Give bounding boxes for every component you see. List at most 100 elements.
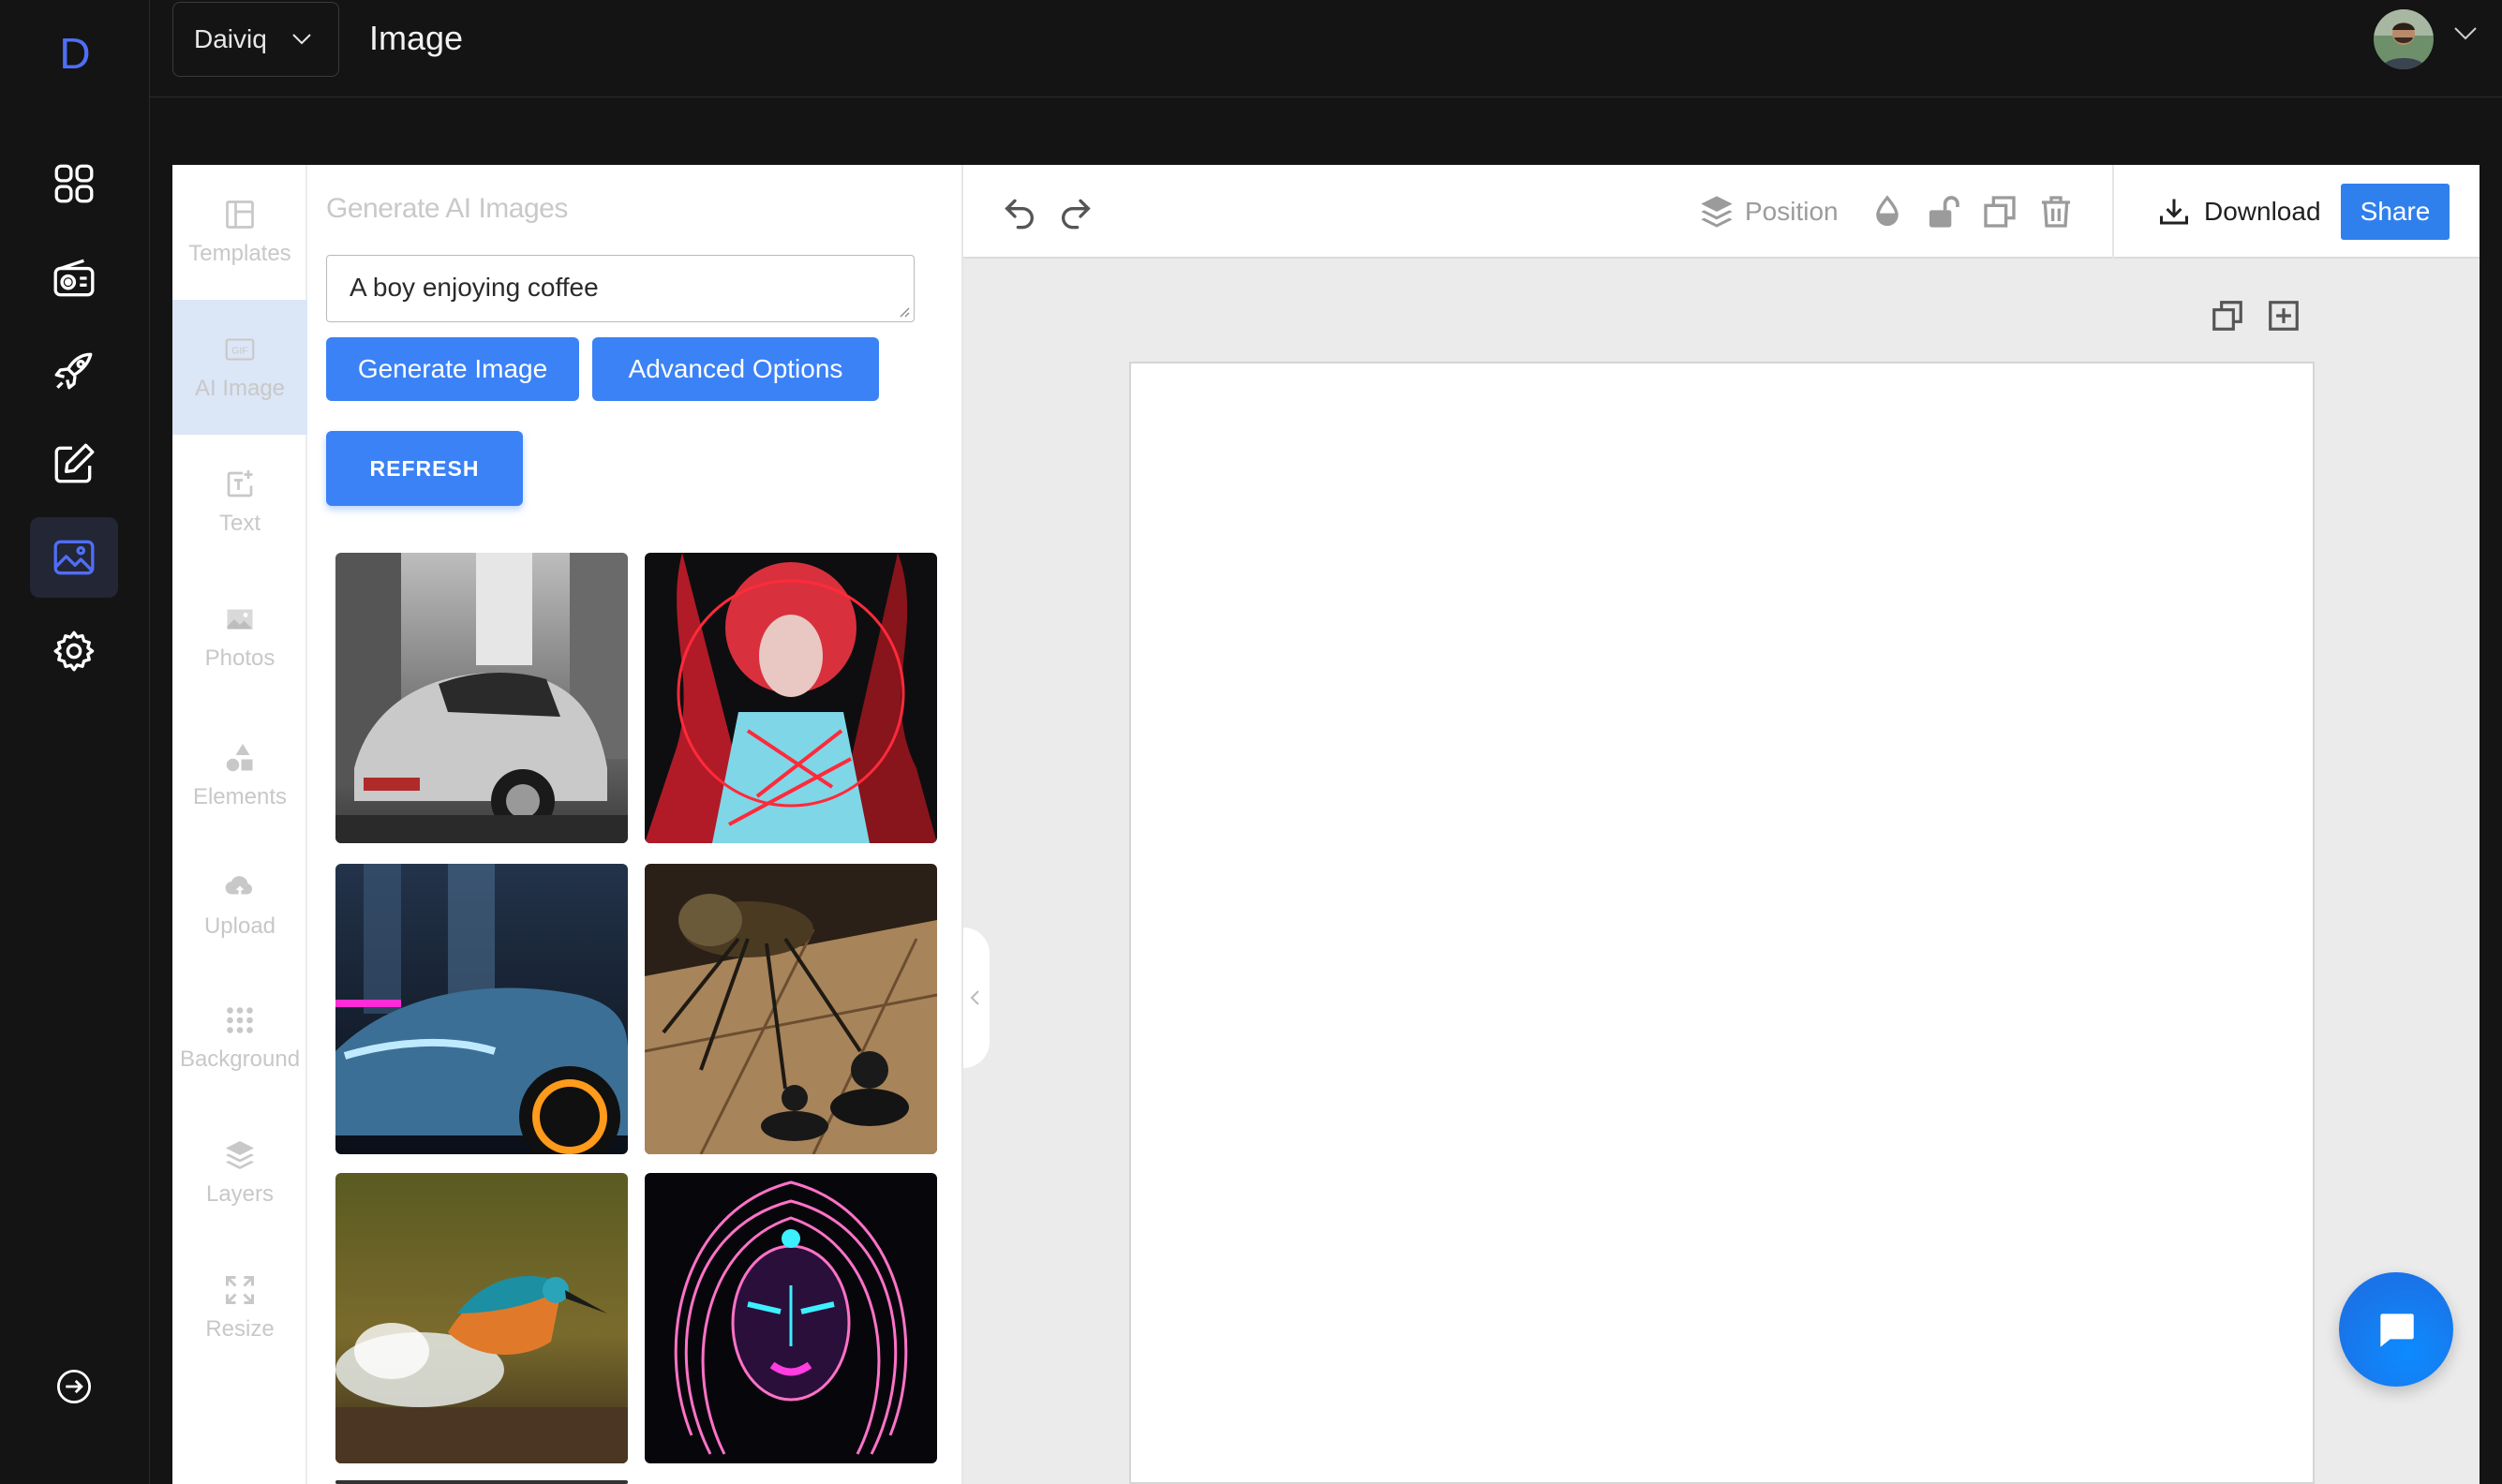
position-label[interactable]: Position — [1745, 197, 1839, 227]
undo-icon — [1005, 199, 1034, 230]
download-button[interactable]: Download — [2157, 195, 2321, 229]
rail-item-settings[interactable] — [30, 611, 118, 691]
org-name: Daiviq — [194, 24, 267, 53]
panel-collapse-toggle[interactable] — [963, 928, 990, 1068]
rail-item-edit[interactable] — [30, 423, 118, 504]
tool-label: Upload — [203, 913, 276, 939]
left-rail: D — [0, 0, 150, 1484]
chat-button[interactable] — [2339, 1272, 2453, 1387]
tool-label: Background — [179, 1046, 301, 1072]
undo-button[interactable] — [1001, 193, 1038, 230]
rail-item-radio[interactable] — [30, 238, 118, 319]
duplicate-button[interactable] — [1981, 193, 2018, 230]
redo-button[interactable] — [1057, 193, 1095, 230]
app-root: D Daiviq Image Templates GIF AI Image Te… — [0, 0, 2502, 1484]
position-button[interactable] — [1698, 193, 1735, 230]
neon-face-image — [645, 1173, 937, 1463]
image-edge — [335, 1480, 628, 1484]
generated-image-thumbnail[interactable] — [335, 553, 628, 843]
opacity-button[interactable] — [1869, 193, 1906, 230]
chat-icon — [2380, 1313, 2414, 1347]
elements-icon — [226, 744, 253, 772]
tool-photos[interactable]: Photos — [172, 570, 307, 705]
chevron-down-icon — [292, 34, 311, 45]
background-icon — [227, 1007, 253, 1033]
generated-image-thumbnail[interactable] — [335, 1173, 628, 1463]
tool-label: Layers — [205, 1181, 275, 1207]
download-icon — [2160, 199, 2188, 225]
gear-icon — [53, 631, 95, 672]
top-bar: Daiviq Image — [150, 0, 2502, 97]
tool-text[interactable]: Text — [172, 435, 307, 570]
tool-layers[interactable]: Layers — [172, 1106, 307, 1240]
download-label: Download — [2204, 197, 2321, 226]
edit-icon — [54, 443, 95, 483]
share-button[interactable]: Share — [2341, 184, 2450, 240]
rail-item-logout[interactable] — [30, 1346, 118, 1427]
tool-label: AI Image — [194, 376, 286, 401]
delete-button[interactable] — [2037, 193, 2075, 230]
neon-car-image — [335, 864, 628, 1154]
design-canvas-page[interactable] — [1129, 362, 2315, 1484]
templates-icon — [226, 200, 254, 229]
generated-image-thumbnail[interactable] — [645, 1173, 937, 1463]
mosquito-chess-image — [645, 864, 937, 1154]
tool-ai-image[interactable]: GIF AI Image — [172, 300, 307, 435]
advanced-options-button[interactable]: Advanced Options — [592, 337, 879, 401]
tool-elements[interactable]: Elements — [172, 708, 307, 843]
generated-image-thumbnail[interactable] — [335, 1480, 628, 1484]
prompt-value: A boy enjoying coffee — [350, 273, 599, 302]
tool-background[interactable]: Background — [172, 971, 307, 1106]
tool-upload[interactable]: Upload — [172, 838, 307, 972]
upload-icon — [225, 876, 253, 898]
radio-icon — [53, 259, 95, 297]
duplicate-page-icon[interactable] — [2210, 298, 2245, 334]
tool-templates[interactable]: Templates — [172, 165, 307, 300]
gif-icon: GIF — [225, 338, 255, 361]
page-title: Image — [369, 19, 464, 57]
layers-icon — [1701, 196, 1733, 228]
generate-image-button[interactable]: Generate Image — [326, 337, 579, 401]
photos-icon — [227, 609, 253, 630]
tools-sidebar: Templates GIF AI Image Text Photos Eleme… — [172, 165, 307, 1484]
user-photo — [2374, 9, 2434, 69]
text-icon — [227, 470, 253, 497]
chevron-down-icon[interactable] — [2453, 26, 2478, 41]
layers-icon — [226, 1141, 254, 1169]
generated-image-thumbnail[interactable] — [645, 864, 937, 1154]
ai-image-panel: Generate AI Images A boy enjoying coffee… — [307, 165, 963, 1484]
tool-label: Elements — [192, 784, 288, 809]
refresh-button[interactable]: REFRESH — [326, 431, 523, 506]
generated-image-thumbnail[interactable] — [335, 864, 628, 1154]
avatar[interactable] — [2374, 9, 2434, 69]
resize-icon — [226, 1276, 254, 1304]
rail-item-launch[interactable] — [30, 331, 118, 411]
tool-label: Photos — [204, 646, 276, 671]
rail-item-image[interactable] — [30, 517, 118, 598]
tool-label: Templates — [188, 241, 291, 266]
resize-grip-icon[interactable] — [897, 304, 910, 318]
toolbar-divider — [2112, 165, 2114, 259]
droplet-icon — [1876, 195, 1899, 226]
add-page-icon[interactable] — [2266, 298, 2301, 334]
chevron-left-icon — [970, 990, 979, 1005]
editor-toolbar: Position Download Share — [963, 165, 2480, 259]
prompt-input[interactable]: A boy enjoying coffee — [326, 255, 915, 322]
generated-image-thumbnail[interactable] — [645, 553, 937, 843]
neon-warrior-image — [645, 553, 937, 843]
app-logo[interactable]: D — [0, 28, 150, 79]
rocket-icon — [54, 352, 93, 390]
logout-icon — [56, 1369, 92, 1404]
car-street-image — [335, 553, 628, 843]
svg-text:GIF: GIF — [231, 346, 248, 357]
tool-resize[interactable]: Resize — [172, 1240, 307, 1375]
tool-label: Text — [218, 511, 261, 536]
redo-icon — [1062, 199, 1091, 230]
org-selector[interactable]: Daiviq — [172, 2, 339, 77]
unlock-icon — [1929, 196, 1959, 228]
duplicate-icon — [1984, 196, 2016, 228]
rail-item-dashboard[interactable] — [30, 143, 118, 224]
lock-button[interactable] — [1925, 193, 1962, 230]
image-icon — [53, 540, 95, 575]
tool-label: Resize — [205, 1316, 275, 1342]
